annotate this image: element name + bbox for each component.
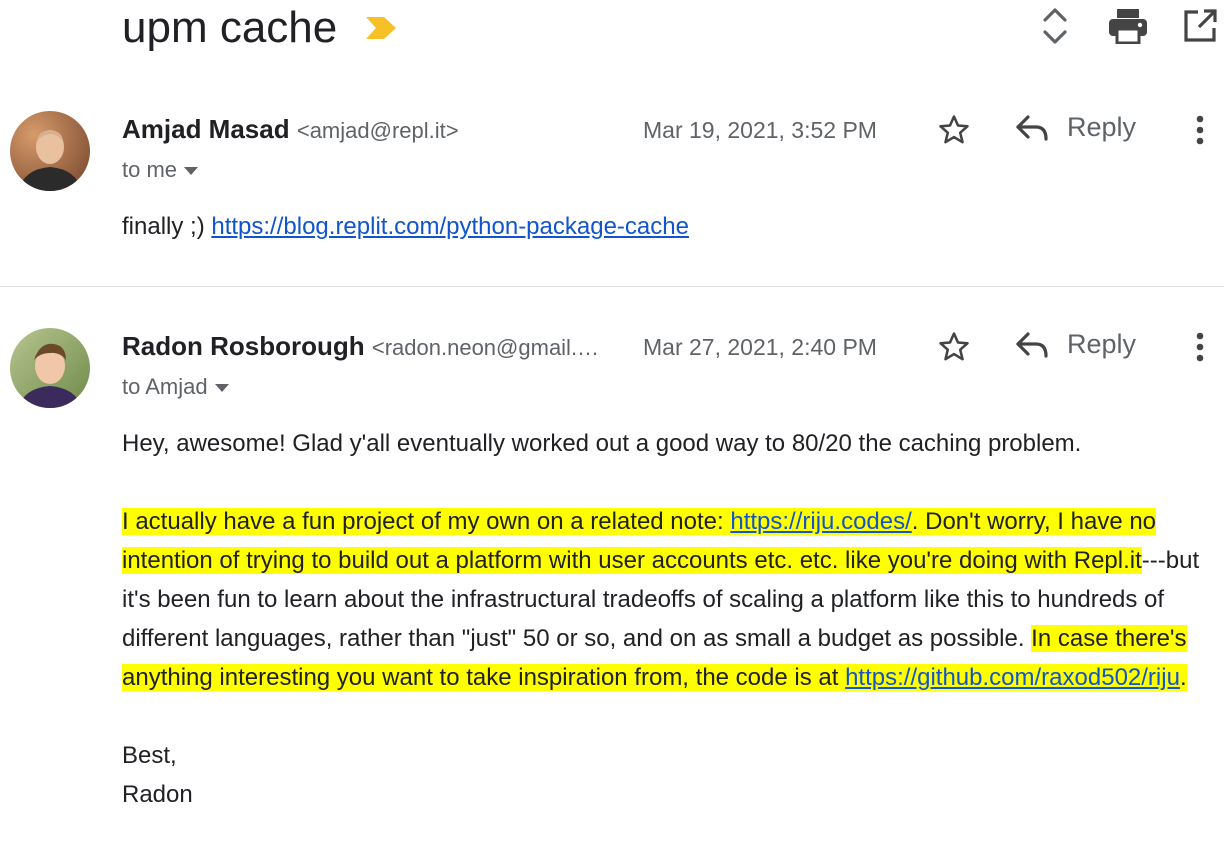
sender-line: Amjad Masad <amjad@repl.it> [122, 114, 459, 145]
recipients-label: to Amjad [122, 374, 208, 399]
recipients-dropdown[interactable]: to me [122, 157, 199, 183]
recipients-label: to me [122, 157, 178, 182]
body-link[interactable]: https://blog.replit.com/python-package-c… [211, 213, 689, 240]
reply-icon [1016, 331, 1048, 358]
chevron-down-icon [184, 167, 199, 176]
signature: Radon [122, 781, 193, 808]
message-date: Mar 27, 2021, 2:40 PM [643, 334, 877, 360]
message-body: finally ;) https://blog.replit.com/pytho… [122, 207, 1222, 246]
riju-link[interactable]: https://riju.codes/ [730, 508, 912, 535]
body-paragraph: Hey, awesome! Glad y'all eventually work… [122, 430, 1082, 457]
thread-subject: upm cache [122, 3, 338, 52]
avatar[interactable] [10, 328, 90, 408]
star-outline-icon[interactable] [934, 327, 974, 367]
star-outline-icon[interactable] [934, 110, 974, 150]
message-divider [0, 286, 1224, 287]
more-vert-icon[interactable] [1186, 112, 1214, 148]
message-body: Hey, awesome! Glad y'all eventually work… [122, 424, 1222, 814]
print-icon[interactable] [1106, 4, 1150, 48]
sender-email: <amjad@repl.it> [296, 118, 459, 143]
github-link[interactable]: https://github.com/raxod502/riju [845, 664, 1180, 691]
recipients-dropdown[interactable]: to Amjad [122, 374, 230, 400]
reply-button[interactable]: Reply [1015, 112, 1136, 143]
chevron-down-icon [214, 384, 229, 393]
reply-label: Reply [1067, 112, 1137, 142]
sender-name[interactable]: Radon Rosborough [122, 331, 365, 361]
body-text: finally ;) [122, 213, 212, 240]
unfold-icon[interactable] [1033, 4, 1077, 48]
signoff: Best, [122, 742, 177, 769]
more-vert-icon[interactable] [1186, 329, 1214, 365]
reply-label: Reply [1067, 329, 1137, 359]
reply-icon [1016, 114, 1048, 141]
open-in-new-icon[interactable] [1178, 4, 1222, 48]
reply-button[interactable]: Reply [1015, 329, 1136, 360]
avatar[interactable] [10, 111, 90, 191]
sender-name[interactable]: Amjad Masad [122, 114, 290, 144]
label-important-icon[interactable] [364, 15, 398, 46]
message-date: Mar 19, 2021, 3:52 PM [643, 117, 877, 143]
highlighted-text: . [1179, 664, 1187, 691]
sender-email: <radon.neon@gmail.… [371, 335, 600, 360]
sender-line: Radon Rosborough <radon.neon@gmail.… [122, 331, 599, 362]
highlighted-text: I actually have a fun project of my own … [122, 508, 731, 535]
body-paragraph: I actually have a fun project of my own … [122, 502, 1222, 697]
